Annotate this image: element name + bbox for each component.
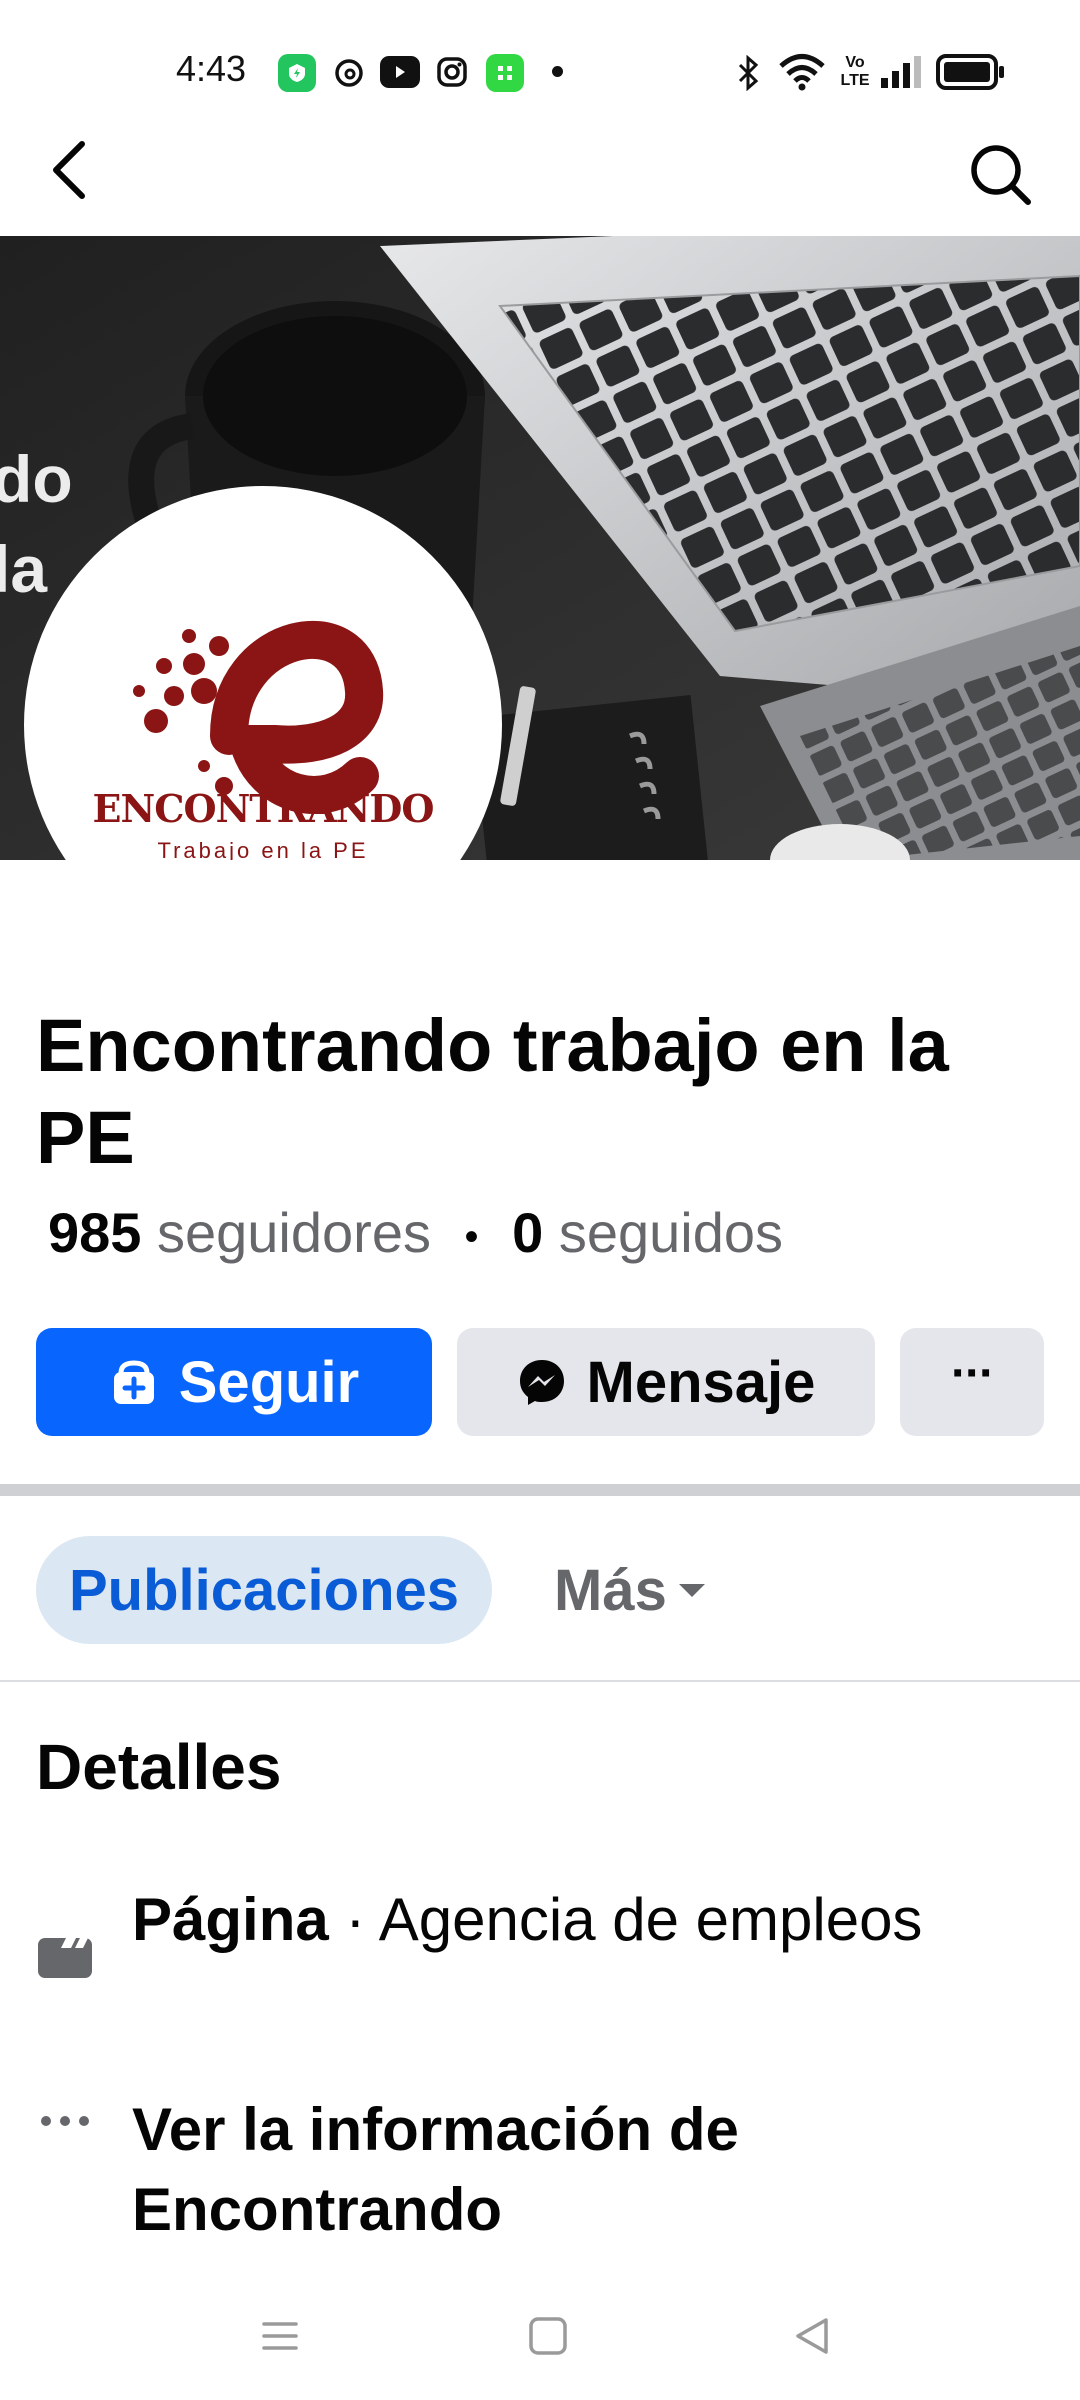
page-category-icon bbox=[36, 1928, 94, 1986]
followers-count[interactable]: 985 bbox=[48, 1201, 141, 1264]
tab-mas[interactable]: Más bbox=[554, 1536, 707, 1644]
following-count[interactable]: 0 bbox=[512, 1201, 543, 1264]
volte-icon: Vo LTE bbox=[840, 54, 870, 89]
recent-apps-icon[interactable] bbox=[258, 2314, 302, 2358]
instagram-icon bbox=[434, 54, 470, 90]
logo-tagline: Trabajo en la PE bbox=[157, 838, 369, 860]
caret-down-icon bbox=[678, 1584, 705, 1597]
avatar-container: ENCONTRANDO Trabajo en la PE bbox=[24, 486, 502, 860]
message-label: Mensaje bbox=[586, 1349, 816, 1415]
threads-icon bbox=[330, 54, 368, 92]
follow-label: Seguir bbox=[178, 1349, 360, 1415]
top-navigation bbox=[0, 110, 1080, 236]
see-info-line-2: Encontrando bbox=[132, 2176, 502, 2243]
back-arrow-icon[interactable] bbox=[40, 130, 100, 210]
back-nav-icon[interactable] bbox=[790, 2314, 834, 2358]
status-time: 4:43 bbox=[176, 48, 247, 89]
page-category-value: · Agencia de empleos bbox=[328, 1886, 923, 1953]
status-bar: 4:43 Vo LTE bbox=[0, 0, 1080, 110]
messenger-icon bbox=[519, 1360, 564, 1405]
message-button[interactable]: Mensaje bbox=[457, 1328, 875, 1436]
tab-mas-label: Más bbox=[554, 1557, 667, 1623]
tabs-divider bbox=[0, 1680, 1080, 1682]
app-icon-green bbox=[278, 54, 316, 92]
profile-info-background bbox=[0, 860, 1080, 1000]
details-heading: Detalles bbox=[36, 1731, 282, 1803]
following-label[interactable]: seguidos bbox=[559, 1201, 783, 1264]
search-icon[interactable] bbox=[960, 134, 1040, 214]
see-info-line-1: Ver la información de bbox=[132, 2096, 739, 2163]
youtube-icon bbox=[380, 56, 420, 88]
more-options-button[interactable]: ··· bbox=[900, 1328, 1044, 1436]
dot-icon bbox=[552, 66, 563, 77]
tab-publicaciones[interactable]: Publicaciones bbox=[36, 1536, 492, 1644]
page-stats: 985 seguidores • 0 seguidos bbox=[48, 1200, 783, 1265]
page-title: Encontrando trabajo en la PE bbox=[36, 1004, 949, 1179]
signal-icon bbox=[878, 54, 924, 90]
wifi-icon bbox=[776, 52, 828, 92]
follow-button[interactable]: Seguir bbox=[36, 1328, 432, 1436]
see-info-link[interactable]: Ver la información de Encontrando bbox=[132, 2090, 1032, 2250]
stats-separator: • bbox=[464, 1214, 479, 1259]
avatar[interactable]: ENCONTRANDO Trabajo en la PE bbox=[24, 486, 502, 860]
logo-word: ENCONTRANDO bbox=[92, 786, 435, 831]
page-category: Página · Agencia de empleos bbox=[132, 1880, 1032, 1960]
battery-icon bbox=[936, 52, 1006, 92]
follow-icon bbox=[113, 1360, 154, 1404]
home-icon[interactable] bbox=[526, 2314, 570, 2358]
more-info-icon bbox=[36, 2092, 94, 2150]
followers-label[interactable]: seguidores bbox=[157, 1201, 431, 1264]
more-options-icon: ··· bbox=[951, 1346, 995, 1400]
system-navigation-bar bbox=[0, 2280, 1080, 2400]
app-icon-green-2 bbox=[486, 54, 524, 92]
bluetooth-icon bbox=[732, 52, 764, 94]
section-divider bbox=[0, 1484, 1080, 1496]
page-category-type: Página bbox=[132, 1886, 329, 1953]
